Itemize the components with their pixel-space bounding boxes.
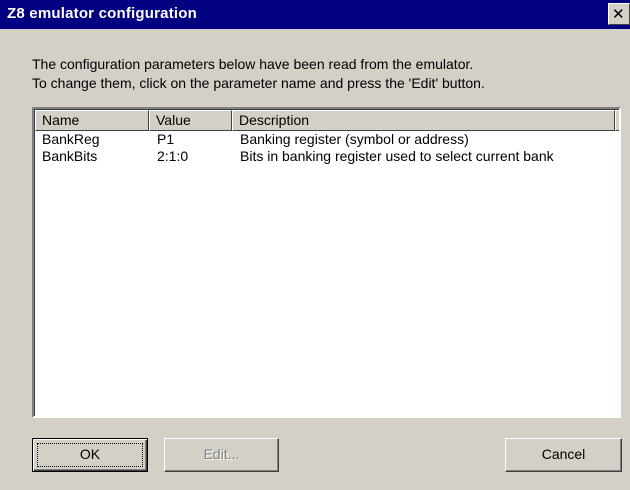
param-description: Bits in banking register used to select … — [240, 148, 554, 164]
param-value: P1 — [157, 131, 175, 147]
column-header-name[interactable]: Name — [35, 110, 149, 131]
column-header-description[interactable]: Description — [232, 110, 615, 131]
param-description: Banking register (symbol or address) — [240, 131, 469, 147]
cancel-label: Cancel — [541, 446, 586, 462]
param-value: 2:1:0 — [157, 148, 189, 164]
ok-button[interactable]: OK — [32, 438, 148, 472]
param-name: BankBits — [42, 148, 98, 164]
edit-label: Edit... — [203, 446, 240, 462]
window-title: Z8 emulator configuration — [7, 5, 198, 22]
column-header-filler — [615, 110, 619, 131]
title-bar[interactable]: Z8 emulator configuration ✕ — [0, 0, 630, 29]
column-header-value[interactable]: Value — [149, 110, 232, 131]
instructions-text: The configuration parameters below have … — [32, 55, 485, 93]
dialog-window: Z8 emulator configuration ✕ The configur… — [0, 0, 630, 490]
list-header: Name Value Description — [35, 110, 619, 131]
focus-rect — [37, 443, 143, 467]
close-button[interactable]: ✕ — [608, 3, 630, 25]
instructions-line-1: The configuration parameters below have … — [32, 56, 474, 72]
cancel-button[interactable]: Cancel — [505, 438, 622, 472]
table-row[interactable]: BankBits 2:1:0 Bits in banking register … — [35, 148, 619, 165]
close-icon: ✕ — [612, 5, 625, 23]
parameter-list[interactable]: Name Value Description BankReg P1 Bankin… — [32, 107, 621, 418]
instructions-line-2: To change them, click on the parameter n… — [32, 75, 485, 91]
table-row[interactable]: BankReg P1 Banking register (symbol or a… — [35, 131, 619, 148]
param-name: BankReg — [42, 131, 100, 147]
edit-button[interactable]: Edit... — [164, 438, 279, 472]
